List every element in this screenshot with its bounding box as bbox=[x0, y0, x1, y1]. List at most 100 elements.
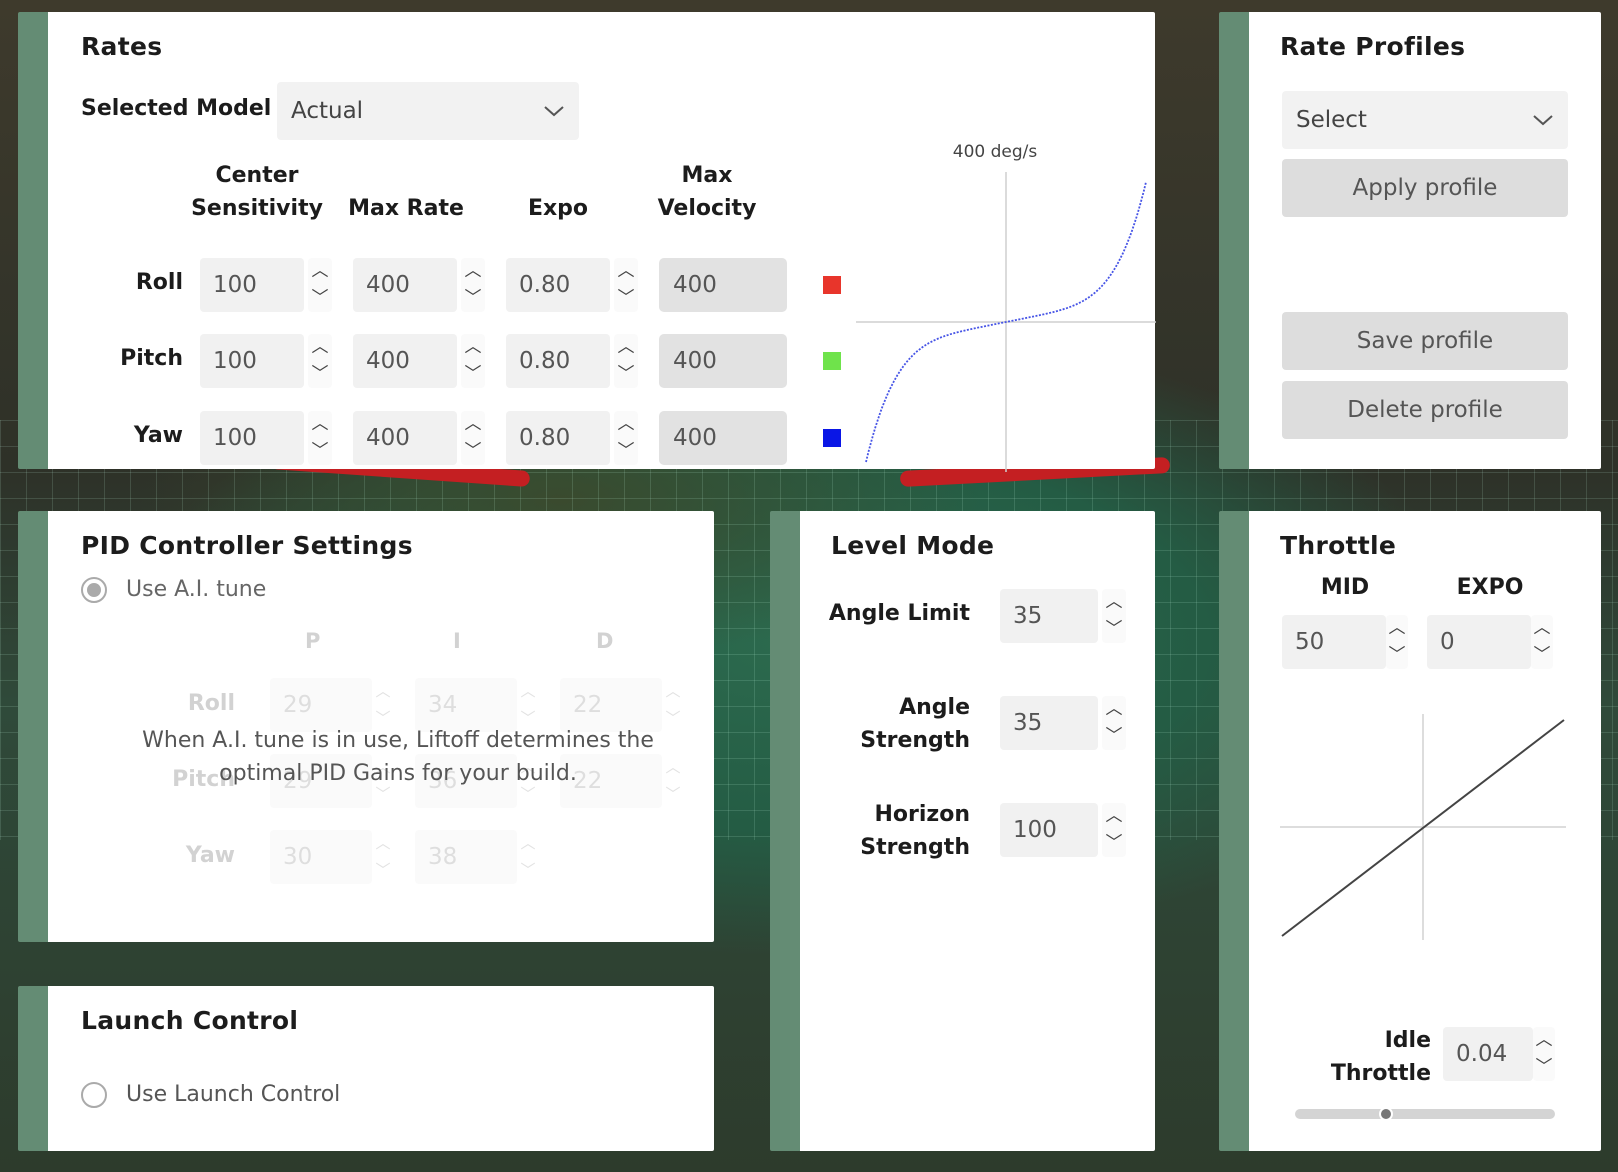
selected-model-value: Actual bbox=[291, 98, 364, 124]
chevron-up-icon[interactable]: ︿ bbox=[614, 411, 638, 438]
pitch-expo-value[interactable]: 0.80 bbox=[506, 334, 610, 388]
throttle-expo-input[interactable]: 0 ︿ ﹀ bbox=[1427, 615, 1553, 669]
chevron-down-icon[interactable]: ﹀ bbox=[614, 438, 638, 465]
stepper[interactable]: ︿ ﹀ bbox=[614, 258, 638, 312]
angle-strength-value[interactable]: 35 bbox=[1000, 696, 1098, 750]
chevron-down-icon[interactable]: ﹀ bbox=[1531, 642, 1553, 669]
pitch-center-sensitivity-input[interactable]: 100 ︿ ﹀ bbox=[200, 334, 332, 388]
chevron-up-icon[interactable]: ︿ bbox=[1102, 696, 1126, 723]
chevron-up-icon: ︿ bbox=[375, 682, 391, 700]
chevron-down-icon[interactable]: ﹀ bbox=[308, 285, 332, 312]
throttle-expo-label: EXPO bbox=[1456, 575, 1524, 600]
pitch-center-value[interactable]: 100 bbox=[200, 334, 304, 388]
pitch-max-velocity: 400 bbox=[659, 334, 787, 388]
roll-max-rate-input[interactable]: 400 ︿ ﹀ bbox=[353, 258, 485, 312]
chevron-down-icon[interactable]: ﹀ bbox=[614, 285, 638, 312]
pitch-max-rate-input[interactable]: 400 ︿ ﹀ bbox=[353, 334, 485, 388]
launch-control-label[interactable]: Use Launch Control bbox=[126, 1082, 340, 1107]
stepper[interactable]: ︿ ﹀ bbox=[614, 334, 638, 388]
chevron-down-icon[interactable]: ﹀ bbox=[461, 438, 485, 465]
chevron-down-icon[interactable]: ﹀ bbox=[1102, 830, 1126, 857]
stepper[interactable]: ︿ ﹀ bbox=[1531, 615, 1553, 669]
stepper[interactable]: ︿ ﹀ bbox=[308, 334, 332, 388]
pitch-max-rate-value[interactable]: 400 bbox=[353, 334, 457, 388]
stepper[interactable]: ︿ ﹀ bbox=[308, 258, 332, 312]
chevron-down-icon[interactable]: ﹀ bbox=[1533, 1054, 1555, 1081]
yaw-max-rate-value[interactable]: 400 bbox=[353, 411, 457, 465]
rate-profile-dropdown[interactable]: Select bbox=[1282, 91, 1568, 149]
yaw-expo-value[interactable]: 0.80 bbox=[506, 411, 610, 465]
roll-max-rate-value[interactable]: 400 bbox=[353, 258, 457, 312]
chevron-up-icon[interactable]: ︿ bbox=[461, 411, 485, 438]
chevron-down-icon[interactable]: ﹀ bbox=[308, 438, 332, 465]
roll-center-value[interactable]: 100 bbox=[200, 258, 304, 312]
chevron-up-icon[interactable]: ︿ bbox=[1102, 803, 1126, 830]
horizon-strength-value[interactable]: 100 bbox=[1000, 803, 1098, 857]
chevron-up-icon[interactable]: ︿ bbox=[1102, 589, 1126, 616]
angle-limit-value[interactable]: 35 bbox=[1000, 589, 1098, 643]
idle-throttle-input[interactable]: 0.04 ︿ ﹀ bbox=[1443, 1027, 1555, 1081]
yaw-color-swatch bbox=[823, 429, 841, 447]
idle-throttle-value[interactable]: 0.04 bbox=[1443, 1027, 1533, 1081]
chevron-down-icon[interactable]: ﹀ bbox=[461, 285, 485, 312]
stepper[interactable]: ︿ ﹀ bbox=[1102, 696, 1126, 750]
save-profile-button[interactable]: Save profile bbox=[1282, 312, 1568, 370]
chevron-up-icon[interactable]: ︿ bbox=[308, 411, 332, 438]
chevron-up-icon: ︿ bbox=[520, 834, 536, 852]
chevron-up-icon[interactable]: ︿ bbox=[461, 258, 485, 285]
ai-tune-note: When A.I. tune is in use, Liftoff determ… bbox=[142, 728, 654, 786]
chevron-down-icon bbox=[544, 106, 564, 117]
roll-expo-input[interactable]: 0.80 ︿ ﹀ bbox=[506, 258, 638, 312]
chevron-up-icon[interactable]: ︿ bbox=[308, 334, 332, 361]
chevron-up-icon[interactable]: ︿ bbox=[308, 258, 332, 285]
angle-limit-input[interactable]: 35 ︿ ﹀ bbox=[1000, 589, 1126, 643]
row-label-yaw: Yaw bbox=[133, 423, 183, 448]
chevron-down-icon[interactable]: ﹀ bbox=[461, 361, 485, 388]
launch-control-radio[interactable] bbox=[81, 1082, 107, 1108]
chevron-down-icon bbox=[1533, 115, 1553, 126]
stepper[interactable]: ︿ ﹀ bbox=[308, 411, 332, 465]
stepper[interactable]: ︿ ﹀ bbox=[1386, 615, 1408, 669]
launch-control-title: Launch Control bbox=[81, 1006, 299, 1035]
stepper[interactable]: ︿ ﹀ bbox=[1102, 803, 1126, 857]
yaw-expo-input[interactable]: 0.80 ︿ ﹀ bbox=[506, 411, 638, 465]
chevron-up-icon[interactable]: ︿ bbox=[614, 258, 638, 285]
chevron-down-icon[interactable]: ﹀ bbox=[1102, 616, 1126, 643]
chevron-down-icon[interactable]: ﹀ bbox=[614, 361, 638, 388]
idle-throttle-slider[interactable] bbox=[1295, 1107, 1555, 1121]
stepper[interactable]: ︿ ﹀ bbox=[1533, 1027, 1555, 1081]
chevron-up-icon[interactable]: ︿ bbox=[1533, 1027, 1555, 1054]
stepper[interactable]: ︿ ﹀ bbox=[614, 411, 638, 465]
roll-expo-value[interactable]: 0.80 bbox=[506, 258, 610, 312]
selected-model-dropdown[interactable]: Actual bbox=[277, 82, 579, 140]
pitch-expo-input[interactable]: 0.80 ︿ ﹀ bbox=[506, 334, 638, 388]
col-header-max-rate: Max Rate bbox=[348, 196, 464, 221]
chevron-up-icon[interactable]: ︿ bbox=[1386, 615, 1408, 642]
chevron-up-icon[interactable]: ︿ bbox=[614, 334, 638, 361]
throttle-mid-input[interactable]: 50 ︿ ﹀ bbox=[1282, 615, 1408, 669]
stepper[interactable]: ︿ ﹀ bbox=[461, 411, 485, 465]
throttle-expo-value[interactable]: 0 bbox=[1427, 615, 1531, 669]
angle-strength-input[interactable]: 35 ︿ ﹀ bbox=[1000, 696, 1126, 750]
ai-tune-label[interactable]: Use A.I. tune bbox=[126, 577, 266, 602]
apply-profile-button[interactable]: Apply profile bbox=[1282, 159, 1568, 217]
yaw-max-rate-input[interactable]: 400 ︿ ﹀ bbox=[353, 411, 485, 465]
chevron-down-icon: ﹀ bbox=[375, 861, 391, 879]
stepper[interactable]: ︿ ﹀ bbox=[461, 258, 485, 312]
horizon-strength-input[interactable]: 100 ︿ ﹀ bbox=[1000, 803, 1126, 857]
yaw-center-sensitivity-input[interactable]: 100 ︿ ﹀ bbox=[200, 411, 332, 465]
idle-throttle-slider-knob[interactable] bbox=[1379, 1107, 1393, 1121]
chevron-up-icon[interactable]: ︿ bbox=[461, 334, 485, 361]
chevron-up-icon[interactable]: ︿ bbox=[1531, 615, 1553, 642]
delete-profile-button[interactable]: Delete profile bbox=[1282, 381, 1568, 439]
ai-tune-radio[interactable] bbox=[81, 577, 107, 603]
stepper[interactable]: ︿ ﹀ bbox=[1102, 589, 1126, 643]
chevron-down-icon[interactable]: ﹀ bbox=[1386, 642, 1408, 669]
chevron-down-icon[interactable]: ﹀ bbox=[308, 361, 332, 388]
pid-yaw-i-input: 38 ︿ ﹀ bbox=[415, 830, 539, 884]
throttle-mid-value[interactable]: 50 bbox=[1282, 615, 1386, 669]
stepper[interactable]: ︿ ﹀ bbox=[461, 334, 485, 388]
roll-center-sensitivity-input[interactable]: 100 ︿ ﹀ bbox=[200, 258, 332, 312]
yaw-center-value[interactable]: 100 bbox=[200, 411, 304, 465]
chevron-down-icon[interactable]: ﹀ bbox=[1102, 723, 1126, 750]
